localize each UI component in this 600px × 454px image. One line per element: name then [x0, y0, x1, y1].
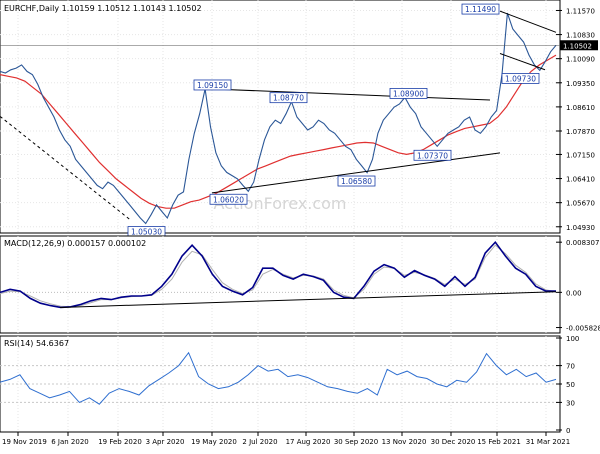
- x-axis: 19 Nov 2019 6 Jan 2020 19 Feb 2020 3 Apr 20…: [2, 432, 570, 446]
- price-annotation-label: 1.06020: [213, 195, 244, 204]
- y-tick-label: 30: [566, 399, 575, 407]
- y-tick-label: 70: [566, 363, 575, 371]
- price-annotation: 1.06580: [337, 175, 376, 187]
- y-tick-label: 1.09350: [566, 80, 595, 88]
- price-panel-title: EURCHF,Daily 1.10159 1.10512 1.10143 1.1…: [4, 4, 202, 13]
- y-tick-label: 1.10830: [566, 32, 595, 40]
- chart-root: ActionForex.com 1.05030 1.09150 1.06020 1.0…: [0, 0, 600, 450]
- macd-y-axis: 0.008307 0.00 -0.005828: [556, 239, 600, 333]
- x-tick-label: 31 Mar 2021: [526, 438, 570, 446]
- x-tick-label: 30 Dec 2020: [431, 438, 476, 446]
- x-tick-label: 13 Nov 2020: [382, 438, 427, 446]
- y-tick-label: 1.08610: [566, 104, 595, 112]
- macd-panel-title: MACD(12,26,9) 0.000157 0.000102: [4, 239, 146, 248]
- price-annotation-label: 1.06580: [341, 177, 372, 186]
- price-annotation: 1.07370: [413, 149, 452, 161]
- y-tick-label: 1.11570: [566, 7, 595, 15]
- y-tick-label: 0: [566, 427, 570, 435]
- y-tick-label: 1.10090: [566, 56, 595, 64]
- y-tick-label: 1.07870: [566, 128, 595, 136]
- x-tick-label: 19 Feb 2020: [98, 438, 142, 446]
- price-annotation: 1.06020: [209, 193, 248, 205]
- price-annotation-label: 1.08900: [393, 89, 424, 98]
- price-annotation-label: 1.11490: [465, 5, 496, 14]
- y-tick-label: 1.07150: [566, 151, 595, 159]
- x-tick-label: 17 Aug 2020: [286, 438, 331, 446]
- x-tick-label: 2 Jul 2020: [242, 438, 277, 446]
- y-tick-label: 100: [566, 335, 579, 343]
- price-annotation: 1.09730: [501, 73, 540, 84]
- rsi-panel: RSI(14) 54.6367 100 70 50 30 0: [0, 335, 579, 435]
- price-annotation-label: 1.09150: [197, 81, 228, 90]
- price-panel: ActionForex.com 1.050301.091501.060201.0…: [0, 0, 598, 237]
- price-annotation: 1.08900: [389, 88, 428, 99]
- price-annotation: 1.05030: [127, 226, 166, 237]
- price-annotation-label: 1.07370: [417, 151, 448, 160]
- x-tick-label: 15 Feb 2021: [477, 438, 521, 446]
- price-annotation: 1.11490: [461, 3, 500, 15]
- y-tick-label: 1.05670: [566, 200, 595, 208]
- rsi-panel-title: RSI(14) 54.6367: [4, 339, 69, 348]
- macd-panel-frame: [0, 235, 561, 334]
- x-tick-label: 30 Sep 2020: [334, 438, 378, 446]
- price-annotation-label: 1.08770: [273, 94, 304, 103]
- y-tick-label: -0.005828: [566, 325, 600, 333]
- y-tick-label: 0.008307: [566, 239, 599, 247]
- price-annotation-label: 1.05030: [131, 228, 162, 237]
- y-tick-label: 50: [566, 381, 575, 389]
- x-tick-label: 19 May 2020: [191, 438, 237, 446]
- price-annotation: 1.09150: [193, 79, 232, 91]
- price-annotation: 1.08770: [269, 92, 308, 104]
- price-y-axis: 1.11570 1.10830 1.10090 1.09350 1.08610 1.078…: [556, 7, 598, 232]
- x-tick-label: 3 Apr 2020: [146, 438, 185, 446]
- x-tick-label: 19 Nov 2019: [2, 438, 47, 446]
- x-tick-label: 6 Jan 2020: [51, 438, 89, 446]
- y-tick-label: 1.06410: [566, 176, 595, 184]
- y-tick-label: 0.00: [566, 289, 582, 297]
- y-tick-label: 1.04930: [566, 224, 595, 232]
- current-price-label: 1.10502: [563, 42, 592, 50]
- macd-panel: MACD(12,26,9) 0.000157 0.000102 0.008307…: [0, 235, 600, 334]
- chart-svg: ActionForex.com 1.050301.091501.060201.0…: [0, 0, 600, 446]
- price-annotation-label: 1.09730: [505, 74, 536, 83]
